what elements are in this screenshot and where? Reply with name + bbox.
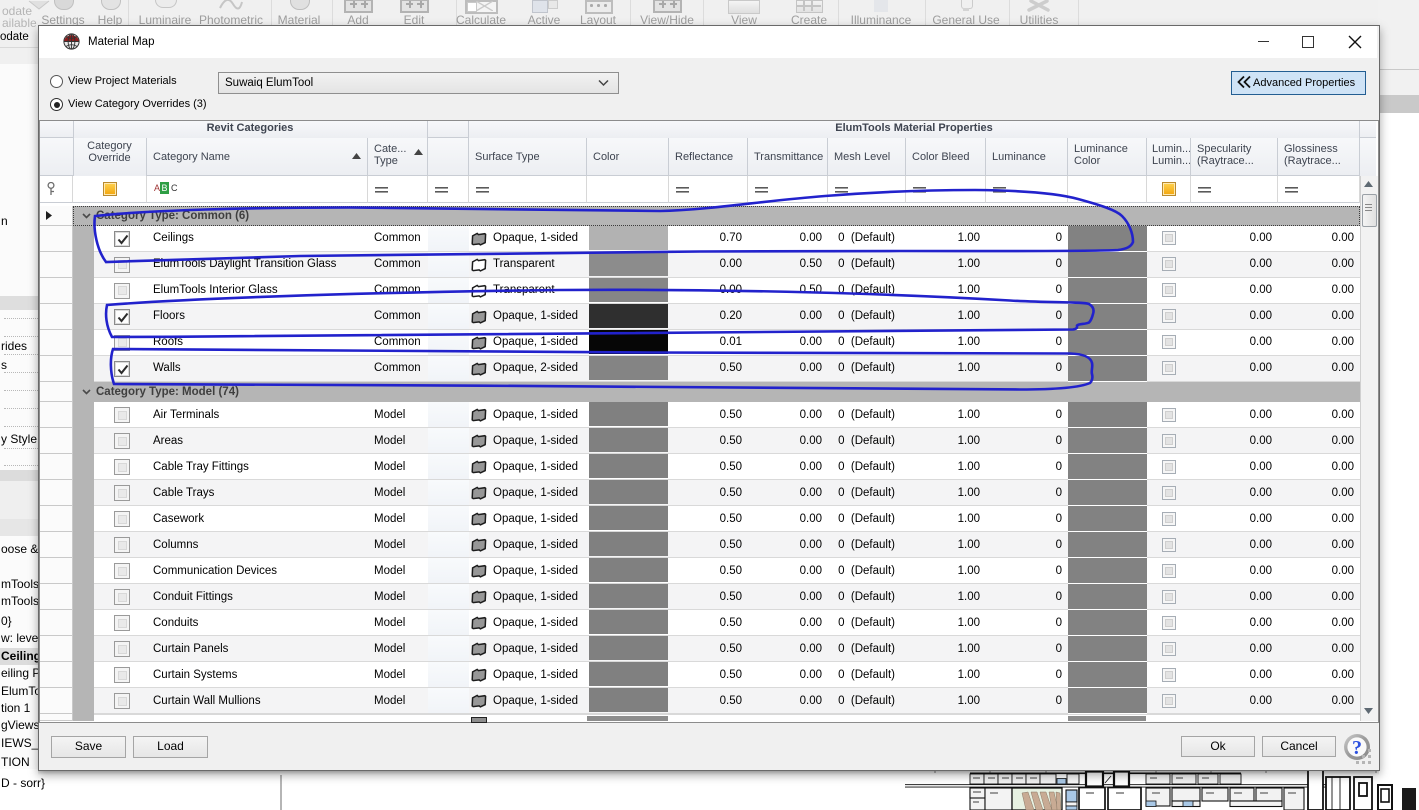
svg-text:?: ?	[1352, 737, 1362, 759]
